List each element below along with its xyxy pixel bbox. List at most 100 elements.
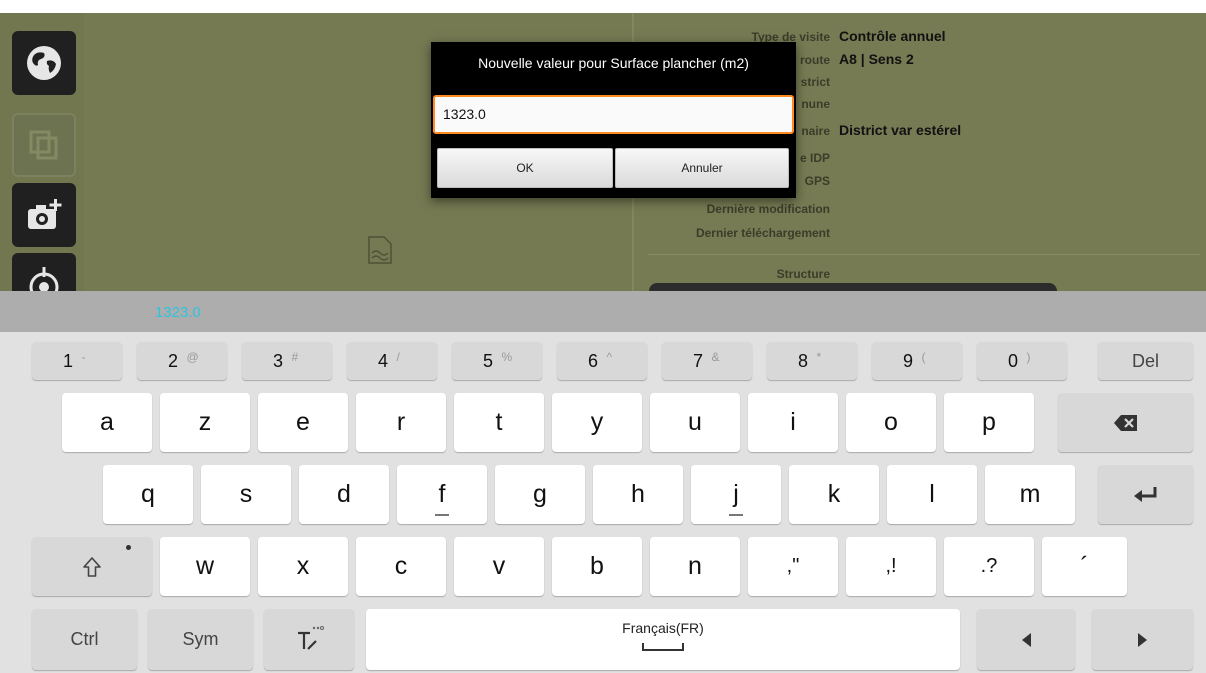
key-x[interactable]: x xyxy=(258,537,348,596)
key-alt-label: / xyxy=(396,350,400,364)
screen: Type de visite Contrôle annuel route A8 … xyxy=(0,0,1206,673)
key-2[interactable]: 2 @ xyxy=(137,342,227,380)
key-label: 4 xyxy=(377,350,388,371)
key-alt-label: # xyxy=(291,350,299,364)
target-button[interactable] xyxy=(12,253,76,291)
key-8[interactable]: 8 * xyxy=(767,342,857,380)
info-value: A8 | Sens 2 xyxy=(839,51,914,67)
right-arrow-icon xyxy=(1137,632,1147,647)
info-label: naire xyxy=(801,124,830,138)
key-n[interactable]: n xyxy=(650,537,740,596)
structure-bar[interactable] xyxy=(649,283,1057,291)
key-y[interactable]: y xyxy=(552,393,642,452)
key-accent[interactable]: ´ xyxy=(1042,537,1127,596)
key-alt-label: @ xyxy=(186,350,199,364)
key-label: 2 xyxy=(167,350,178,371)
globe-button[interactable] xyxy=(12,31,76,95)
add-photo-button[interactable] xyxy=(12,183,76,247)
key-w[interactable]: w xyxy=(160,537,250,596)
key-comma-exclaim[interactable]: ,! xyxy=(846,537,936,596)
copy-button[interactable] xyxy=(12,113,76,177)
text-style-key[interactable] xyxy=(264,609,354,670)
ok-button[interactable]: OK xyxy=(437,148,613,188)
on-screen-keyboard: 1- 2 @ 3 # 4/ 5% 6 ^ 7 & 8 * 9( 0) Del a z e … xyxy=(0,332,1206,673)
key-label: 9 xyxy=(902,350,913,371)
shift-icon xyxy=(83,556,101,577)
copy-icon xyxy=(29,130,58,160)
key-o[interactable]: o xyxy=(846,393,936,452)
key-t[interactable]: t xyxy=(454,393,544,452)
key-period-question[interactable]: .? xyxy=(944,537,1034,596)
key-s[interactable]: s xyxy=(201,465,291,524)
key-label: 3 xyxy=(272,350,283,371)
key-alt-label: - xyxy=(81,350,86,364)
edit-value-dialog: Nouvelle valeur pour Surface plancher (m… xyxy=(431,42,796,198)
key-label: j xyxy=(729,480,743,516)
key-alt-label: & xyxy=(711,350,720,364)
key-1[interactable]: 1- xyxy=(32,342,122,380)
key-e[interactable]: e xyxy=(258,393,348,452)
info-label: e IDP xyxy=(799,151,830,165)
ctrl-key[interactable]: Ctrl xyxy=(32,609,137,670)
key-a[interactable]: a xyxy=(62,393,152,452)
key-4[interactable]: 4/ xyxy=(347,342,437,380)
key-p[interactable]: p xyxy=(944,393,1034,452)
info-label: nune xyxy=(801,97,830,111)
dialog-title: Nouvelle valeur pour Surface plancher (m… xyxy=(478,55,749,71)
cancel-button[interactable]: Annuler xyxy=(615,148,789,188)
del-key[interactable]: Del xyxy=(1098,342,1193,380)
sym-key[interactable]: Sym xyxy=(148,609,253,670)
backspace-key[interactable] xyxy=(1058,393,1193,452)
right-arrow-key[interactable] xyxy=(1092,609,1193,670)
key-label: f xyxy=(434,480,450,516)
key-v[interactable]: v xyxy=(454,537,544,596)
key-label: 0 xyxy=(1007,350,1018,371)
key-b[interactable]: b xyxy=(552,537,642,596)
left-arrow-key[interactable] xyxy=(977,609,1075,670)
key-l[interactable]: l xyxy=(887,465,977,524)
key-j[interactable]: j xyxy=(691,465,781,524)
space-key[interactable]: Français(FR) xyxy=(366,609,960,670)
key-7[interactable]: 7 & xyxy=(662,342,752,380)
key-alt-label: ( xyxy=(921,350,926,364)
key-i[interactable]: i xyxy=(748,393,838,452)
shift-indicator-icon xyxy=(126,545,131,550)
key-u[interactable]: u xyxy=(650,393,740,452)
key-label: 7 xyxy=(692,350,703,371)
key-6[interactable]: 6 ^ xyxy=(557,342,647,380)
add-photo-icon xyxy=(28,199,62,229)
key-9[interactable]: 9( xyxy=(872,342,962,380)
keyboard-preview-bar: 1323.0 xyxy=(0,291,1206,332)
enter-key[interactable] xyxy=(1098,465,1193,524)
key-r[interactable]: r xyxy=(356,393,446,452)
key-h[interactable]: h xyxy=(593,465,683,524)
value-input[interactable]: 1323.0 xyxy=(433,95,794,134)
info-value: District var estérel xyxy=(839,122,962,138)
shift-key[interactable] xyxy=(32,537,152,596)
key-label: 8 xyxy=(797,350,808,371)
key-q[interactable]: q xyxy=(103,465,193,524)
key-0[interactable]: 0) xyxy=(977,342,1067,380)
status-strip xyxy=(0,0,1206,13)
key-comma-quote[interactable]: ," xyxy=(748,537,838,596)
key-d[interactable]: d xyxy=(299,465,389,524)
key-g[interactable]: g xyxy=(495,465,585,524)
key-z[interactable]: z xyxy=(160,393,250,452)
key-k[interactable]: k xyxy=(789,465,879,524)
left-arrow-icon xyxy=(1022,632,1031,647)
key-3[interactable]: 3 # xyxy=(242,342,332,380)
key-label: 5 xyxy=(482,350,493,371)
space-bar-icon xyxy=(642,642,684,651)
info-label: Dernière modification xyxy=(706,202,830,216)
key-alt-label: * xyxy=(816,350,822,364)
side-rail xyxy=(0,13,84,291)
info-row: Dernière modification xyxy=(634,202,1206,219)
key-m[interactable]: m xyxy=(985,465,1075,524)
enter-icon xyxy=(1133,486,1156,502)
backspace-icon xyxy=(1113,414,1137,431)
key-c[interactable]: c xyxy=(356,537,446,596)
document-icon xyxy=(368,236,392,264)
key-5[interactable]: 5% xyxy=(452,342,542,380)
key-f[interactable]: f xyxy=(397,465,487,524)
info-row: Dernier téléchargement xyxy=(634,226,1206,243)
